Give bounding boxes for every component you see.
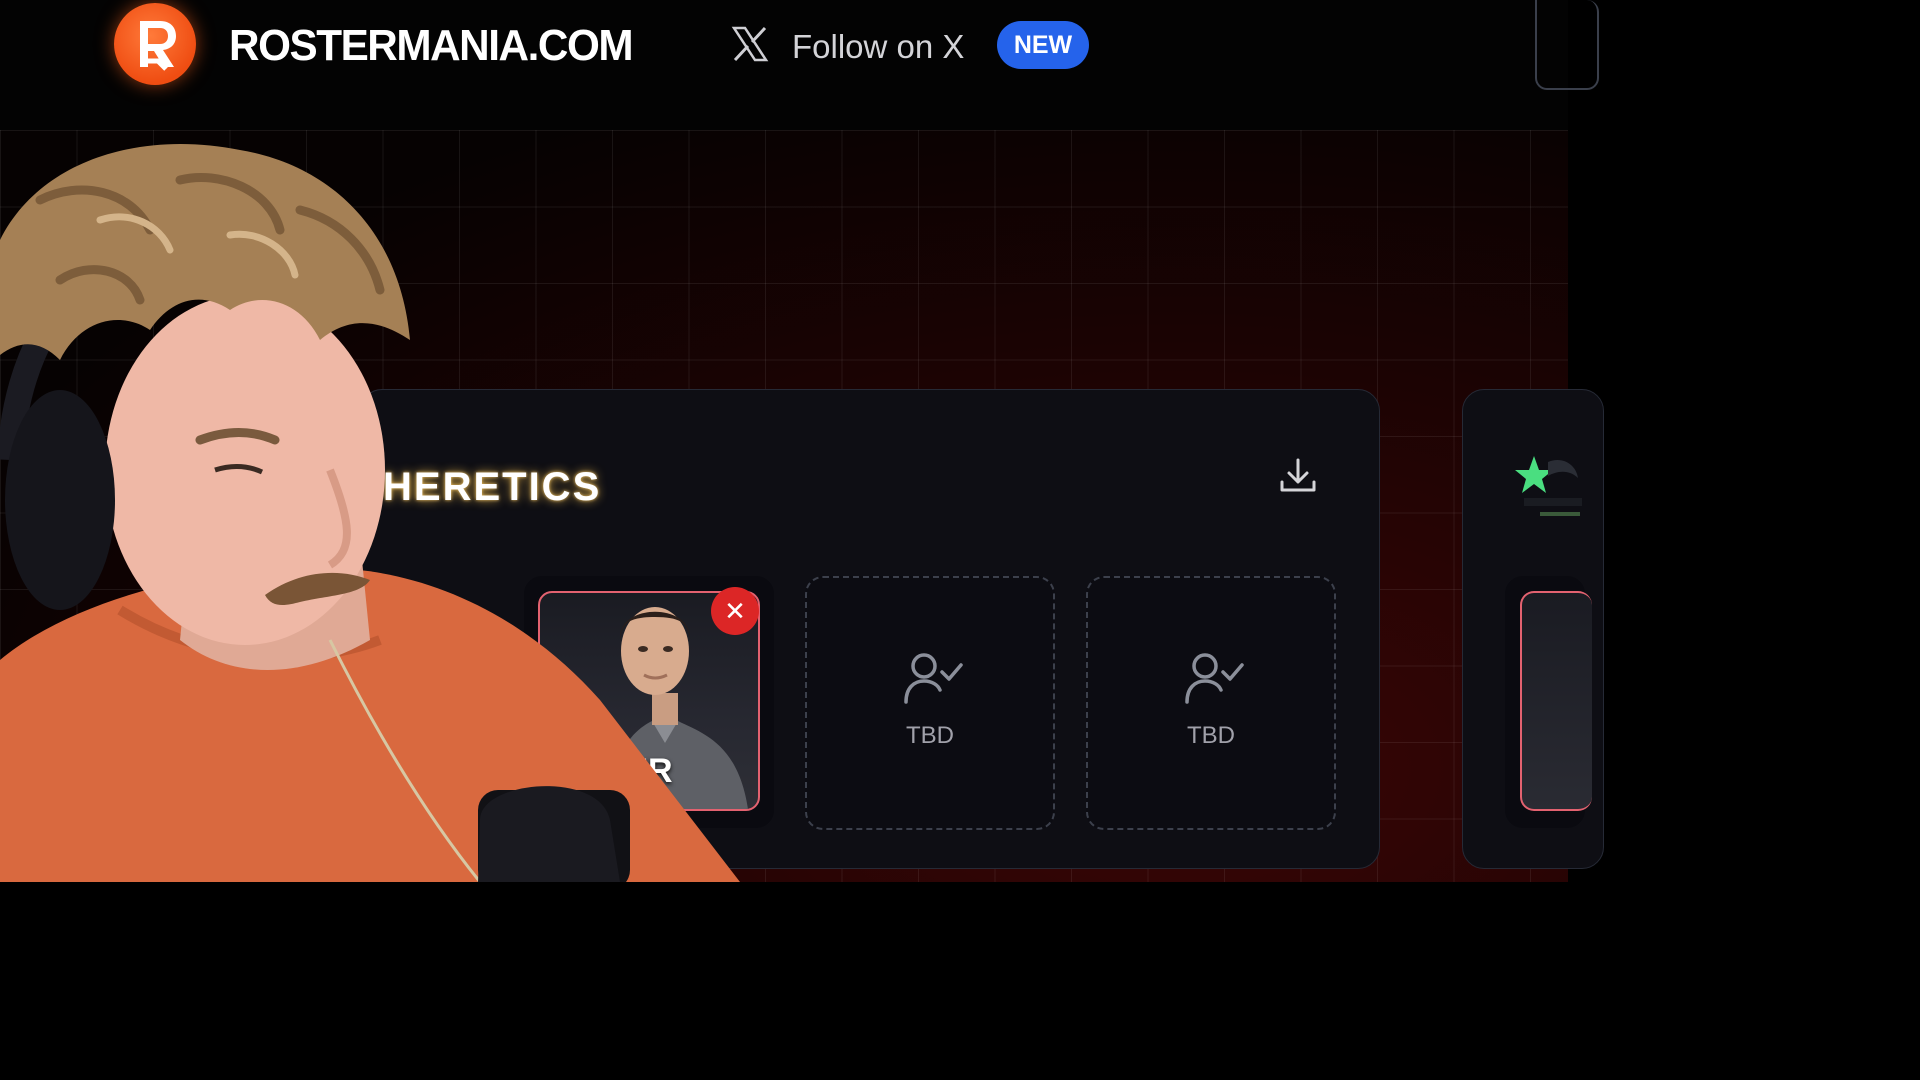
brand-name[interactable]: ROSTERMANIA.COM [229,18,634,74]
webcam-overlay [0,140,740,882]
next-player-card[interactable] [1520,591,1592,811]
rostermania-logo-icon[interactable] [114,3,196,85]
team-logo-icon [1515,456,1582,516]
follow-on-x-link[interactable]: Follow on X [792,26,964,68]
download-icon[interactable] [1276,454,1320,498]
user-check-icon [1185,653,1244,704]
site-header: ROSTERMANIA.COM Follow on X NEW [0,0,1599,130]
tbd-slot[interactable]: TBD [805,576,1055,830]
x-logo-icon[interactable] [731,25,769,63]
user-check-icon [904,653,963,704]
tbd-label: TBD [1187,722,1235,749]
header-menu-button[interactable] [1535,0,1599,90]
new-badge: NEW [997,21,1089,69]
tbd-slot[interactable]: TBD [1086,576,1336,830]
tbd-label: TBD [906,722,954,749]
